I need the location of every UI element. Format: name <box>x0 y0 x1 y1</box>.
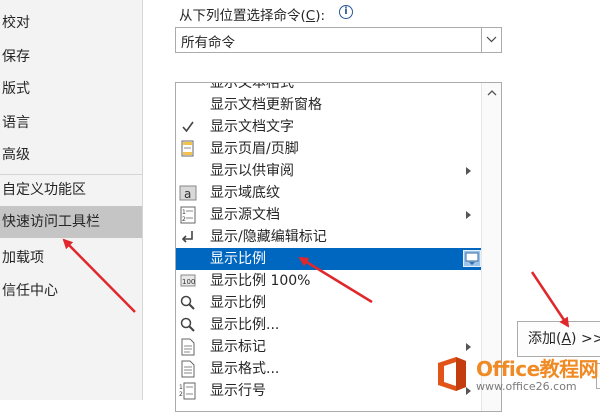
list-item-label: 显示比例 100% <box>210 273 311 289</box>
choose-commands-label-suffix: ): <box>315 8 326 24</box>
list-item-label: 显示以供审阅 <box>210 163 294 179</box>
svg-text:2: 2 <box>179 391 183 398</box>
arrow-to-add-button <box>530 271 570 328</box>
zoom-100-icon: 100 <box>179 272 197 290</box>
watermark: Office教程网 www.office26.com <box>432 352 600 400</box>
sidebar-item-add-ins[interactable]: 加载项 <box>0 242 142 274</box>
list-item-label: 显示行号 <box>210 383 266 399</box>
sidebar-item-language[interactable]: 语言 <box>0 107 142 139</box>
list-item-selected[interactable]: 显示比例 <box>176 248 481 270</box>
svg-text:100: 100 <box>182 278 195 286</box>
list-item[interactable]: 显示/隐藏编辑标记 <box>176 226 481 248</box>
source-doc-icon: 12 <box>179 206 197 224</box>
list-item-label: 显示页眉/页脚 <box>210 141 299 157</box>
choose-commands-access-key: C <box>305 8 316 24</box>
sidebar-item-customize-ribbon[interactable]: 自定义功能区 <box>0 174 142 206</box>
list-item[interactable]: 显示文本格式 <box>176 82 481 94</box>
list-item[interactable]: 显示文档更新窗格 <box>176 94 481 116</box>
list-item[interactable]: 显示页眉/页脚 <box>176 138 481 160</box>
field-shading-icon: a <box>179 184 197 202</box>
svg-text:a: a <box>184 187 191 201</box>
sidebar-item-trust-center[interactable]: 信任中心 <box>0 275 142 307</box>
sidebar-item-quick-access-toolbar[interactable]: 快速访问工具栏 <box>0 206 142 238</box>
list-item-label: 显示文档文字 <box>210 119 294 135</box>
list-item[interactable]: 显示文档文字 <box>176 116 481 138</box>
choose-commands-dropdown[interactable]: 所有命令 <box>175 27 502 53</box>
options-sidebar: 校对 保存 版式 语言 高级 自定义功能区 快速访问工具栏 加载项 信任中心 <box>0 0 143 400</box>
submenu-arrow-icon <box>466 211 471 219</box>
line-numbers-icon: 12 <box>179 382 197 400</box>
svg-text:2: 2 <box>182 216 186 223</box>
list-item-label: 显示文本格式 <box>210 82 294 91</box>
list-item-label: 显示源文档 <box>210 207 280 223</box>
list-item-label: 显示比例 <box>210 251 266 267</box>
checkmark-icon <box>179 118 197 136</box>
list-item-label: 显示标记 <box>210 339 266 355</box>
zoom-icon <box>179 294 197 312</box>
add-button-label-suffix: ) >> <box>571 331 600 347</box>
submenu-arrow-icon <box>466 343 471 351</box>
markup-icon <box>179 338 197 356</box>
formatting-marks-icon <box>179 228 197 246</box>
list-item[interactable]: a 显示域底纹 <box>176 182 481 204</box>
list-item-label: 显示/隐藏编辑标记 <box>210 229 327 245</box>
list-item[interactable]: 12 显示源文档 <box>176 204 481 226</box>
add-button-access-key: A <box>561 331 572 347</box>
list-item[interactable]: 显示以供审阅 <box>176 160 481 182</box>
choose-commands-value: 所有命令 <box>181 35 235 51</box>
list-item[interactable]: 100 显示比例 100% <box>176 270 481 292</box>
submenu-arrow-icon <box>466 167 471 175</box>
chevron-down-icon[interactable] <box>481 28 501 52</box>
list-item-label: 显示比例 <box>210 295 266 311</box>
sidebar-item-save[interactable]: 保存 <box>0 41 142 73</box>
info-icon[interactable]: i <box>339 5 353 19</box>
choose-commands-label: 从下列位置选择命令(C): <box>179 4 325 24</box>
list-item-label: 显示文档更新窗格 <box>210 97 322 113</box>
list-item[interactable]: 显示比例... <box>176 314 481 336</box>
zoom-icon <box>179 316 197 334</box>
add-control-icon[interactable] <box>463 250 481 267</box>
scroll-up-icon[interactable] <box>487 90 497 96</box>
svg-text:1: 1 <box>182 209 186 216</box>
formatting-icon <box>179 360 197 378</box>
watermark-url: www.office26.com <box>476 380 577 393</box>
list-item-label: 显示域底纹 <box>210 185 280 201</box>
sidebar-item-proofing[interactable]: 校对 <box>0 7 142 39</box>
list-item-label: 显示比例... <box>210 317 280 333</box>
sidebar-item-advanced[interactable]: 高级 <box>0 139 142 171</box>
svg-text:1: 1 <box>179 384 183 391</box>
watermark-title: Office教程网 <box>476 357 599 381</box>
add-button-label-prefix: 添加( <box>528 331 562 347</box>
sidebar-item-layout[interactable]: 版式 <box>0 73 142 105</box>
choose-commands-label-prefix: 从下列位置选择命令( <box>179 8 306 24</box>
header-footer-icon <box>179 140 197 158</box>
list-item[interactable]: 显示比例 <box>176 292 481 314</box>
office-logo-icon <box>438 357 466 391</box>
list-item-label: 显示格式... <box>210 361 280 377</box>
